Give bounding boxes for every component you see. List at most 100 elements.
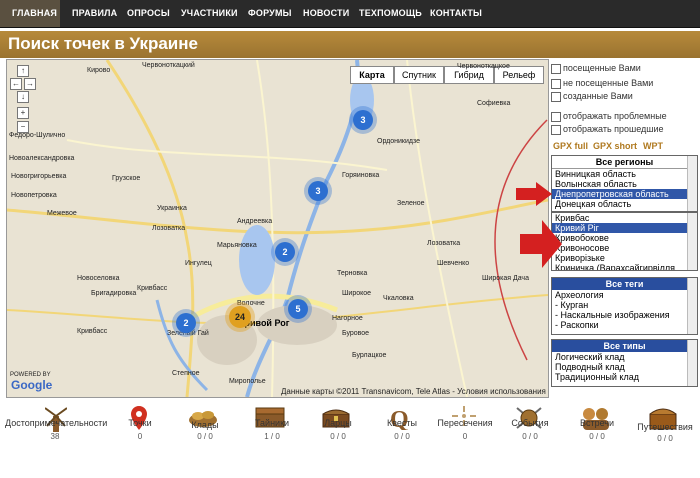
filter-problematic[interactable]: отображать проблемные xyxy=(551,111,667,122)
category-count: 1 / 0 xyxy=(264,432,280,441)
nav-item-news[interactable]: НОВОСТИ xyxy=(303,0,349,27)
city-option[interactable]: Кривобокове xyxy=(552,233,697,243)
tag-option[interactable]: Археология xyxy=(552,290,697,300)
city-option[interactable]: Кривбас xyxy=(552,213,697,223)
type-option[interactable]: Логический клад xyxy=(552,352,697,362)
pan-right-button[interactable]: → xyxy=(24,78,36,90)
checkbox-problematic[interactable] xyxy=(551,111,561,122)
filter-past-label: отображать прошедшие xyxy=(563,124,664,134)
map-town-label: Новогригорьевка xyxy=(11,173,67,180)
nav-item-forums[interactable]: ФОРУМЫ xyxy=(248,0,292,27)
checkbox-not-visited[interactable] xyxy=(551,78,561,89)
map-cluster-marker[interactable]: 5 xyxy=(288,299,308,319)
nav-item-contacts[interactable]: КОНТАКТЫ xyxy=(430,0,482,27)
google-logo[interactable]: Google xyxy=(11,378,52,392)
pan-left-button[interactable]: ← xyxy=(10,78,22,90)
map-background xyxy=(7,60,548,397)
nav-item-support[interactable]: ТЕХПОМОЩЬ xyxy=(359,0,422,27)
map-town-label: Федоро-Шулично xyxy=(9,132,66,139)
nav-item-polls[interactable]: ОПРОСЫ xyxy=(127,0,170,27)
nav-item-members[interactable]: УЧАСТНИКИ xyxy=(181,0,238,27)
wpt-link[interactable]: WPT xyxy=(643,141,663,151)
map-town-label: Новоалександровка xyxy=(9,155,75,162)
map-cluster-marker[interactable]: 3 xyxy=(308,181,328,201)
category-count: 38 xyxy=(50,432,60,441)
map-town-label: Терновка xyxy=(337,270,368,277)
checkbox-past[interactable] xyxy=(551,124,561,135)
filter-created[interactable]: созданные Вами xyxy=(551,91,633,102)
map-town-label: Широкое xyxy=(342,290,372,297)
page-title: Поиск точек в Украине xyxy=(8,34,198,53)
region-scrollbar[interactable] xyxy=(687,156,697,211)
map-town-label: Новопетровка xyxy=(11,192,57,199)
map-town-label: Ордоникидзе xyxy=(377,138,421,145)
region-option[interactable]: Винницкая область xyxy=(552,169,697,179)
types-all-option[interactable]: Все типы xyxy=(552,340,697,352)
types-select[interactable]: Все типы Логический клад Подводный клад … xyxy=(551,339,698,387)
tags-scrollbar[interactable] xyxy=(687,278,697,334)
map-cluster-marker[interactable]: 3 xyxy=(353,110,373,130)
map-town-label: Буровое xyxy=(342,330,370,337)
map-cluster-marker[interactable]: 2 xyxy=(176,313,196,333)
category-count: 0 / 0 xyxy=(589,432,605,441)
map-town-label: Бригадировка xyxy=(91,290,137,297)
tag-option[interactable]: - Курган xyxy=(552,300,697,310)
checkbox-created[interactable] xyxy=(551,91,561,102)
region-select[interactable]: Все регионы Винницкая область Волынская … xyxy=(551,155,698,212)
types-scrollbar[interactable] xyxy=(687,340,697,386)
region-option[interactable]: Донецкая область xyxy=(552,199,697,209)
zoom-in-button[interactable]: + xyxy=(17,107,29,119)
nav-item-home[interactable]: ГЛАВНАЯ xyxy=(0,0,60,27)
map-town-label: Степное xyxy=(172,370,200,377)
city-select[interactable]: Кривбас Кривий Ріг Кривобокове Кривоносо… xyxy=(551,212,698,271)
map-town-label: Кривбасс xyxy=(137,285,168,292)
region-option-selected[interactable]: Днепропетровская область xyxy=(552,189,697,199)
tag-option[interactable]: - Раскопки xyxy=(552,320,697,330)
checkbox-visited[interactable] xyxy=(551,63,561,74)
tags-all-option[interactable]: Все теги xyxy=(552,278,697,290)
city-option-selected[interactable]: Кривий Ріг xyxy=(552,223,697,233)
filter-not-visited[interactable]: не посещенные Вами xyxy=(551,78,653,89)
type-option[interactable]: Традиционный клад xyxy=(552,372,697,382)
map-view[interactable]: ↑ ← → ↓ + − Карта Спутник Гибрид Рельеф … xyxy=(6,59,549,398)
nav-item-rules[interactable]: ПРАВИЛА xyxy=(72,0,117,27)
region-all-option[interactable]: Все регионы xyxy=(552,156,697,169)
region-option[interactable]: Волынская область xyxy=(552,179,697,189)
tag-option[interactable]: - Наскальные изображения xyxy=(552,310,697,320)
category-bar: Достопримечательности 38 Точки 0 Клады 0… xyxy=(0,404,700,478)
category-count: 0 xyxy=(462,432,468,441)
map-town-label: Кривбасс xyxy=(77,328,108,335)
filter-visited[interactable]: посещенные Вами xyxy=(551,63,641,74)
map-town-label: Марьяновка xyxy=(217,242,257,249)
map-copyright[interactable]: Данные карты ©2011 Transnavicom, Tele At… xyxy=(281,387,546,396)
category-count: 0 / 0 xyxy=(330,432,346,441)
city-scrollbar[interactable] xyxy=(687,213,697,270)
map-town-label: Червоноткацкое xyxy=(457,63,510,70)
map-town-label: Андреевка xyxy=(237,218,273,225)
map-town-label: Кирово xyxy=(87,67,111,74)
map-type-satellite[interactable]: Спутник xyxy=(394,66,444,84)
pan-up-button[interactable]: ↑ xyxy=(17,65,29,77)
map-town-label: Лозоватка xyxy=(427,240,461,247)
city-option[interactable]: Криничка (Варахсайгирвілля xyxy=(552,263,697,270)
map-town-label: Ингулец xyxy=(185,260,212,267)
gpx-short-link[interactable]: GPX short xyxy=(593,141,637,151)
gpx-full-link[interactable]: GPX full xyxy=(553,141,588,151)
filter-created-label: созданные Вами xyxy=(563,91,633,101)
map-town-label: Червоноткацкий xyxy=(142,62,195,69)
city-option[interactable]: Кривоносове xyxy=(552,243,697,253)
filter-not-visited-label: не посещенные Вами xyxy=(563,78,654,88)
tags-select[interactable]: Все теги Археология - Курган - Наскальны… xyxy=(551,277,698,335)
category-count: 0 / 0 xyxy=(394,432,410,441)
category-label: Путешествия xyxy=(637,422,693,432)
map-town-label: Шевченко xyxy=(437,260,470,267)
map-town-label: Межевое xyxy=(47,210,77,217)
map-cluster-marker[interactable]: 2 xyxy=(275,242,295,262)
type-option[interactable]: Подводный клад xyxy=(552,362,697,372)
filter-past[interactable]: отображать прошедшие xyxy=(551,124,664,135)
map-type-map[interactable]: Карта xyxy=(350,66,394,84)
city-option[interactable]: Криворізьке xyxy=(552,253,697,263)
pan-down-button[interactable]: ↓ xyxy=(17,91,29,103)
map-town-label: Широкая Дача xyxy=(482,275,529,282)
map-cluster-marker[interactable]: 24 xyxy=(229,306,251,328)
